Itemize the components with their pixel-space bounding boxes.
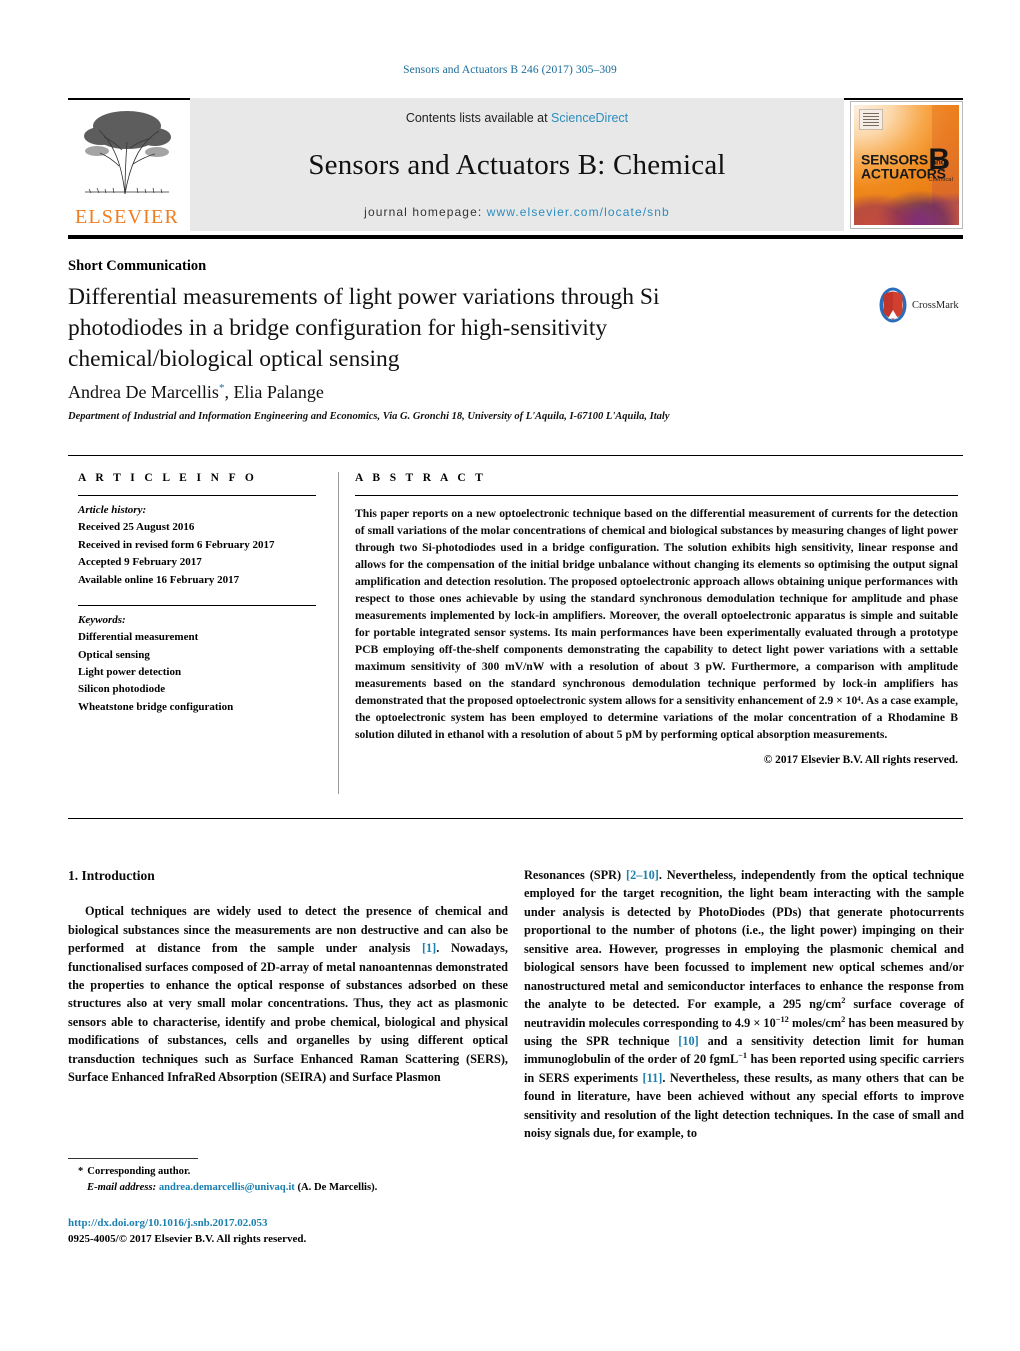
author-secondary: , Elia Palange xyxy=(224,382,324,402)
cover-letter-sub: Chemical xyxy=(928,176,953,183)
journal-masthead: ELSEVIER Contents lists available at Sci… xyxy=(68,98,963,231)
article-history-block: Article history: Received 25 August 2016… xyxy=(78,502,316,589)
crossmark-badge-icon xyxy=(878,286,908,324)
citation-ref-2-10[interactable]: [2–10] xyxy=(626,868,659,882)
abstract-column: A B S T R A C T This paper reports on a … xyxy=(355,472,958,766)
keyword-item: Differential measurement xyxy=(78,631,199,644)
keyword-item: Silicon photodiode xyxy=(78,683,166,696)
footnote-marker: * xyxy=(78,1166,84,1177)
keyword-item: Optical sensing xyxy=(78,648,150,661)
citation-ref-10[interactable]: [10] xyxy=(678,1034,699,1048)
author-email-link[interactable]: andrea.demarcellis@univaq.it xyxy=(159,1182,295,1193)
crossmark-label: CrossMark xyxy=(912,299,959,311)
cover-letter: B xyxy=(928,142,950,176)
intro-text-f: moles/cm xyxy=(788,1015,842,1030)
elsevier-tree-icon xyxy=(75,106,179,198)
homepage-label: journal homepage: xyxy=(364,205,483,219)
keywords-block: Keywords: Differential measurement Optic… xyxy=(78,612,316,716)
footnote-rule xyxy=(68,1158,198,1159)
article-history-label: Article history: xyxy=(78,504,147,516)
journal-banner: Contents lists available at ScienceDirec… xyxy=(190,98,844,231)
keywords-rule xyxy=(78,604,316,606)
running-head: Sensors and Actuators B 246 (2017) 305–3… xyxy=(403,64,617,76)
crossmark-stamp[interactable]: CrossMark xyxy=(878,282,962,328)
citation-ref-1[interactable]: [1] xyxy=(422,941,436,955)
keyword-item: Wheatstone bridge configuration xyxy=(78,700,234,713)
history-item: Received in revised form 6 February 2017 xyxy=(78,538,275,551)
article-header-rule xyxy=(68,235,963,239)
abstract-text: This paper reports on a new optoelectron… xyxy=(355,507,958,742)
issn-copyright-line: 0925-4005/© 2017 Elsevier B.V. All right… xyxy=(68,1232,307,1245)
elsevier-wordmark: ELSEVIER xyxy=(74,206,180,228)
section-heading-introduction: 1. Introduction xyxy=(68,868,155,883)
body-column-left: 1. Introduction Optical techniques are w… xyxy=(68,866,508,1087)
intro-text-d: . Nevertheless, independently from the o… xyxy=(524,868,964,1012)
history-item: Received 25 August 2016 xyxy=(78,521,195,534)
email-label: E-mail address: xyxy=(87,1181,157,1193)
info-abstract-divider xyxy=(338,472,339,794)
journal-cover-thumbnail: SENSORS and ACTUATORS B Chemical xyxy=(850,100,963,229)
history-item: Accepted 9 February 2017 xyxy=(78,556,202,569)
elsevier-logo: ELSEVIER xyxy=(68,98,186,231)
homepage-url[interactable]: www.elsevier.com/locate/snb xyxy=(487,205,670,219)
intro-text-b: . Nowadays, functionalised surfaces comp… xyxy=(68,941,509,1085)
footnote-corresponding-author: * Corresponding author. E-mail address: a… xyxy=(78,1164,508,1196)
keywords-label: Keywords: xyxy=(78,613,126,626)
intro-text-c: Resonances (SPR) xyxy=(524,868,627,882)
page-title: Differential measurements of light power… xyxy=(68,284,660,373)
history-item: Available online 16 February 2017 xyxy=(78,573,240,586)
article-info-rule xyxy=(78,495,316,496)
sciencedirect-link[interactable]: ScienceDirect xyxy=(551,111,628,125)
email-suffix: (A. De Marcellis). xyxy=(297,1181,378,1193)
intro-paragraph-left: Optical techniques are widely used to de… xyxy=(68,902,508,1086)
superscript-exponent-neg1: −1 xyxy=(738,1051,748,1061)
article-info-column: A R T I C L E I N F O Article history: R… xyxy=(78,472,316,716)
author-list: Andrea De Marcellis*, Elia Palange xyxy=(68,382,324,403)
cover-elsevier-icon xyxy=(859,108,883,130)
contents-prefix: Contents lists available at xyxy=(405,111,548,125)
footnote-label: Corresponding author. xyxy=(87,1166,191,1177)
intro-paragraph-right: Resonances (SPR) [2–10]. Nevertheless, i… xyxy=(524,866,964,1143)
contents-line: Contents lists available at ScienceDirec… xyxy=(406,111,628,125)
doi-link[interactable]: http://dx.doi.org/10.1016/j.snb.2017.02.… xyxy=(68,1216,508,1232)
keyword-item: Light power detection xyxy=(78,666,182,678)
imprint-block: http://dx.doi.org/10.1016/j.snb.2017.02.… xyxy=(68,1216,508,1248)
citation-ref-11[interactable]: [11] xyxy=(643,1071,663,1085)
journal-homepage-line: journal homepage: www.elsevier.com/locat… xyxy=(364,205,670,219)
affiliation: Department of Industrial and Information… xyxy=(68,411,670,422)
superscript-exponent-neg12: −12 xyxy=(775,1014,789,1024)
author-primary: Andrea De Marcellis xyxy=(68,382,219,402)
article-kind: Short Communication xyxy=(68,258,207,274)
info-band-bottom-rule xyxy=(68,818,963,819)
info-band-top-rule xyxy=(68,455,963,456)
abstract-heading: A B S T R A C T xyxy=(355,472,487,484)
body-column-right: Resonances (SPR) [2–10]. Nevertheless, i… xyxy=(524,866,964,1143)
article-info-heading: A R T I C L E I N F O xyxy=(78,472,258,484)
abstract-copyright: © 2017 Elsevier B.V. All rights reserved… xyxy=(763,754,958,767)
abstract-rule xyxy=(355,495,958,496)
journal-title: Sensors and Actuators B: Chemical xyxy=(308,148,726,181)
journal-article-page: Sensors and Actuators B 246 (2017) 305–3… xyxy=(0,0,1020,1351)
